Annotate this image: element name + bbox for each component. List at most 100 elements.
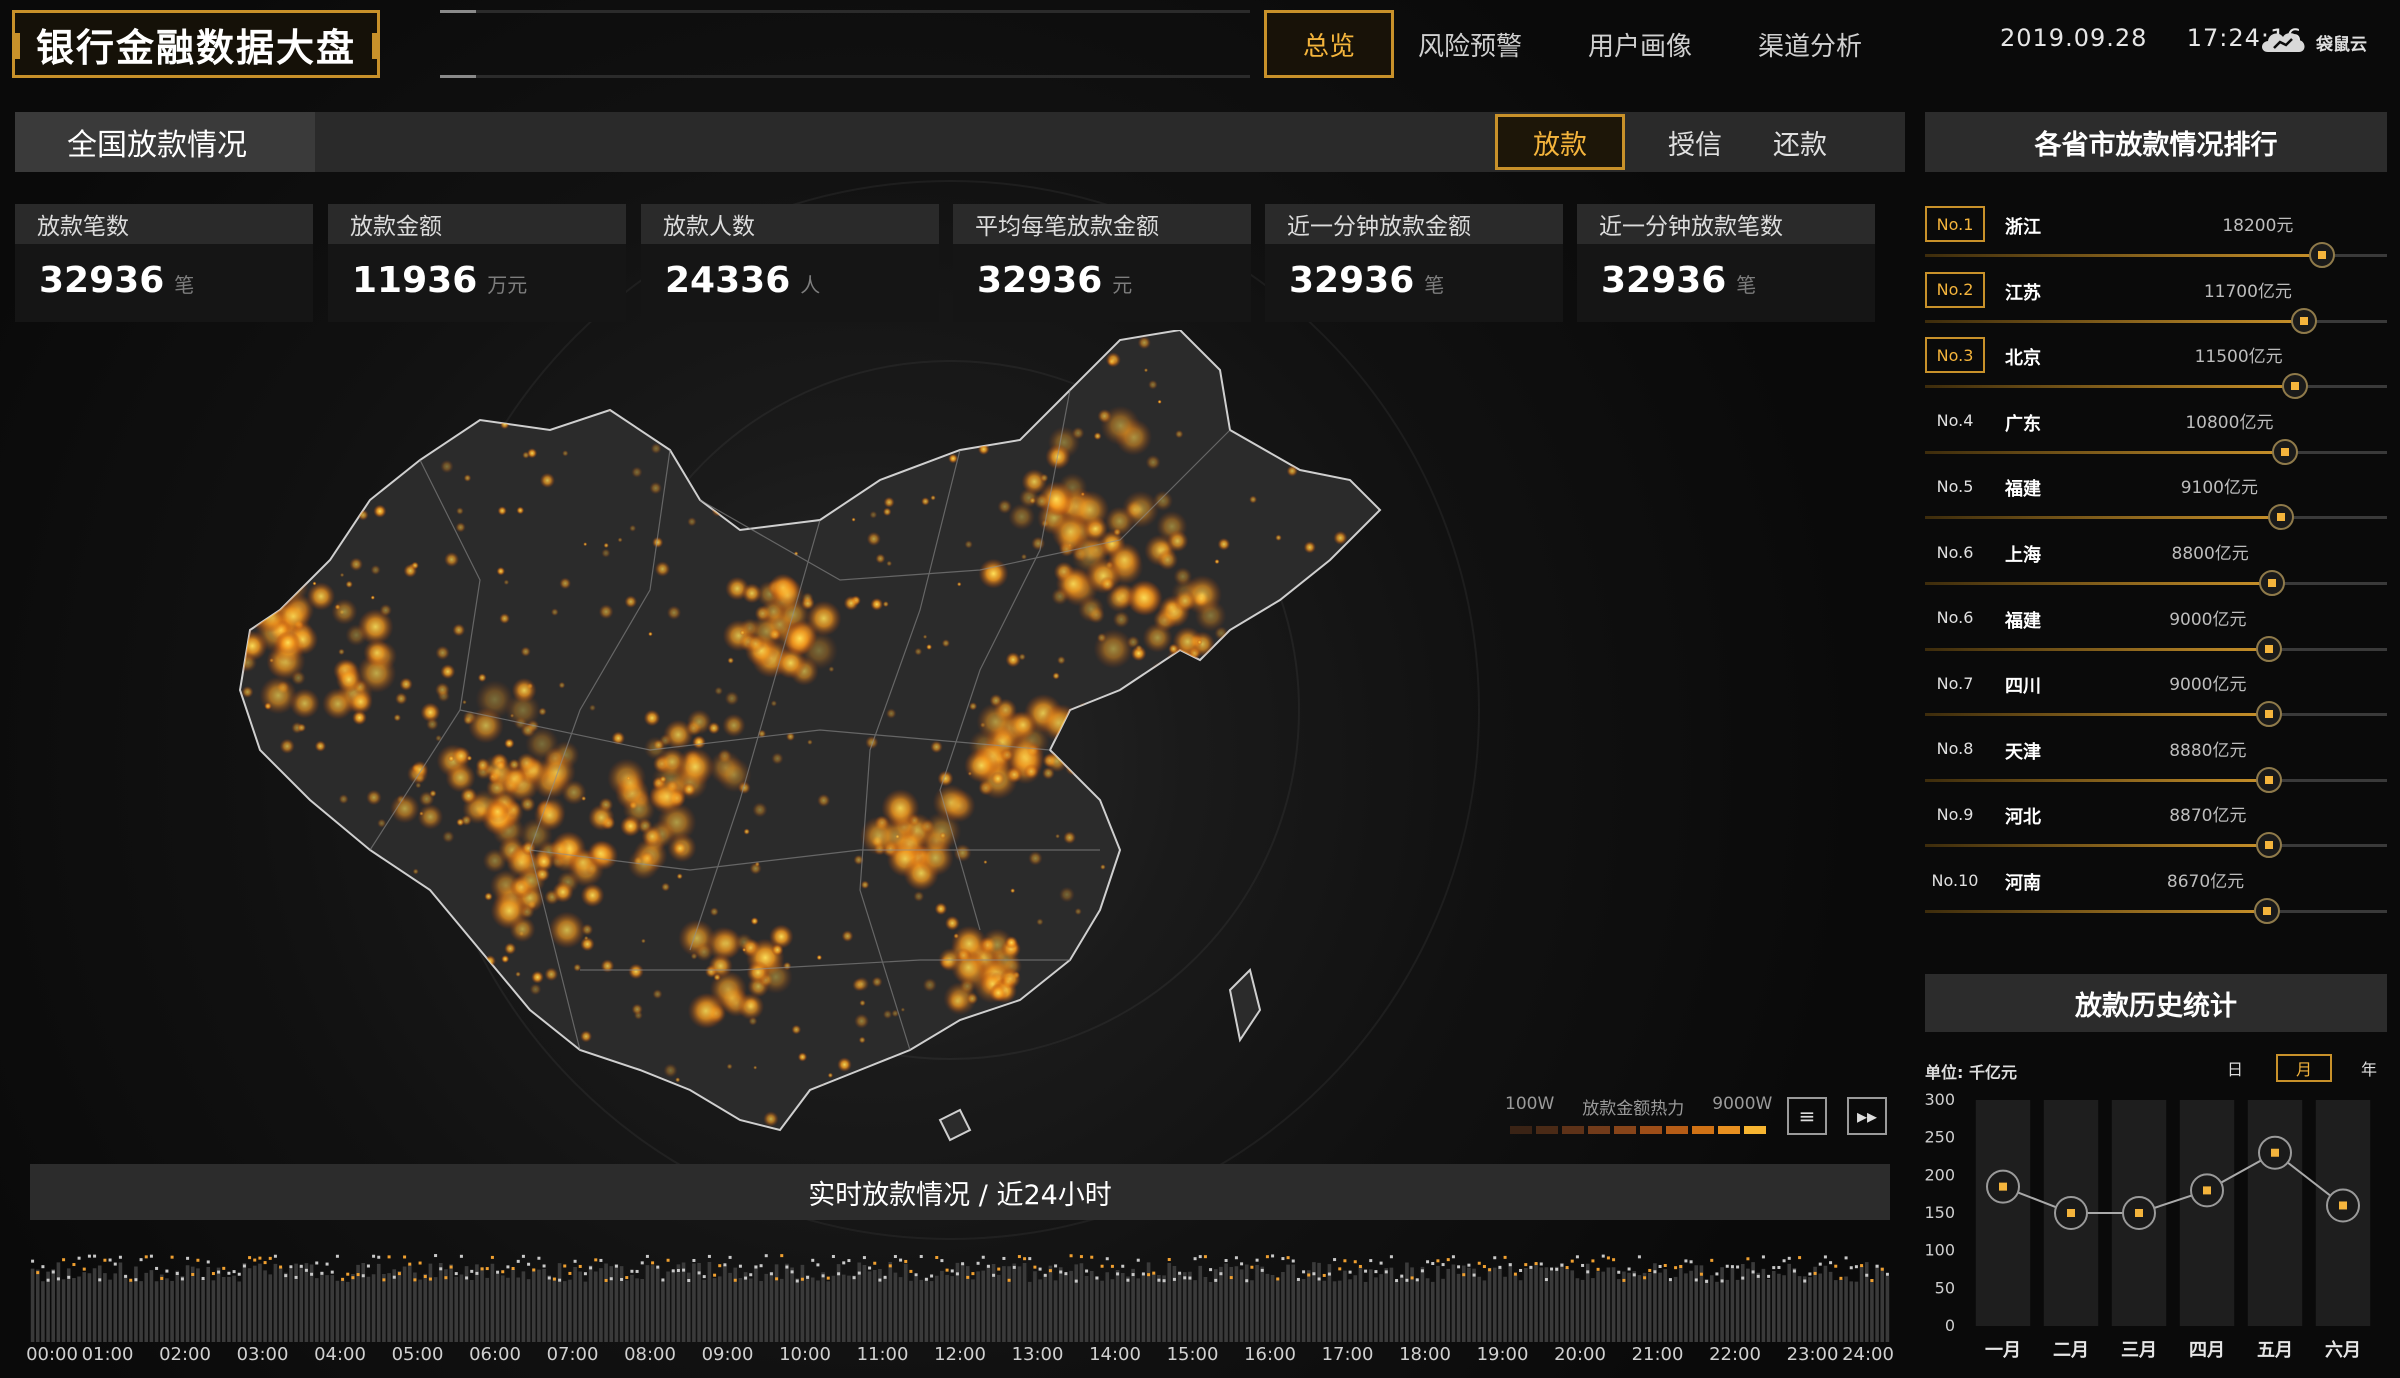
realtime-point: [1017, 1255, 1021, 1259]
realtime-point: [1777, 1265, 1781, 1269]
realtime-point: [87, 1254, 91, 1258]
list-icon[interactable]: ≡: [1787, 1097, 1827, 1135]
realtime-point: [1436, 1259, 1440, 1263]
rank-number: No.3: [1925, 337, 1985, 374]
realtime-point: [1472, 1273, 1476, 1277]
hainan-shape: [938, 1108, 972, 1142]
period-month-button[interactable]: 月: [2276, 1054, 2332, 1082]
heat-spot: [1258, 680, 1273, 694]
china-loan-heatmap[interactable]: [220, 330, 1560, 1170]
realtime-point: [160, 1276, 164, 1280]
heat-spot: [631, 466, 643, 478]
heat-spot: [1059, 886, 1075, 903]
heat-spot: [881, 788, 920, 828]
heat-spot: [220, 640, 239, 659]
period-year-button[interactable]: 年: [2354, 1054, 2384, 1082]
realtime-point: [1178, 1271, 1182, 1275]
heat-spot: [338, 794, 349, 805]
period-day-button[interactable]: 日: [2218, 1054, 2252, 1082]
nav-channel-analysis[interactable]: 渠道分析: [1740, 10, 1880, 78]
heat-spot: [558, 681, 566, 689]
heat-spot: [1036, 985, 1052, 1002]
heat-spot: [1027, 398, 1044, 415]
legend-label: 放款金额热力: [1582, 1099, 1685, 1119]
fast-forward-icon[interactable]: ▸▸: [1847, 1097, 1887, 1135]
tab-repayment[interactable]: 还款: [1750, 114, 1850, 170]
realtime-point: [1637, 1255, 1641, 1259]
heat-spot: [1322, 428, 1329, 435]
time-tick-label: 10:00: [779, 1344, 831, 1365]
heat-spot: [886, 560, 893, 567]
heat-spot: [1170, 1020, 1178, 1028]
heat-spot: [1004, 737, 1044, 777]
realtime-point: [222, 1266, 226, 1270]
realtime-point: [103, 1258, 107, 1262]
rank-number: No.10: [1931, 870, 1979, 890]
heat-spot: [395, 692, 408, 705]
realtime-point: [754, 1265, 758, 1269]
heat-spot: [1194, 755, 1216, 777]
realtime-point: [155, 1266, 159, 1270]
heat-spot: [1315, 820, 1323, 828]
heat-spot: [807, 739, 813, 745]
heat-spot: [1239, 671, 1245, 677]
heat-spot: [349, 557, 363, 572]
realtime-point: [1079, 1255, 1083, 1259]
heat-spot: [860, 880, 870, 890]
realtime-point: [118, 1255, 122, 1259]
heat-spot: [242, 612, 254, 624]
realtime-point: [847, 1259, 851, 1263]
heat-spot: [617, 537, 623, 543]
rank-number: No.9: [1936, 804, 1974, 824]
history-point-marker: [2271, 1148, 2279, 1157]
heat-spot: [538, 707, 547, 716]
heat-spot: [661, 882, 671, 892]
nav-user-profile[interactable]: 用户画像: [1570, 10, 1710, 78]
heat-spot: [253, 378, 259, 383]
history-column-bg: [1975, 1100, 2031, 1326]
heat-spot: [393, 713, 402, 722]
heat-spot: [1051, 512, 1090, 551]
heat-spot: [412, 868, 419, 875]
heat-spot: [1166, 530, 1189, 552]
heat-spot: [1028, 851, 1043, 866]
heat-spot: [545, 1085, 559, 1098]
heat-spot: [269, 599, 277, 606]
realtime-point: [868, 1266, 872, 1270]
realtime-point: [1069, 1254, 1073, 1258]
heat-spot: [649, 481, 662, 495]
stat-label: 近一分钟放款笔数: [1577, 204, 1875, 244]
heat-spot: [913, 890, 925, 902]
rank-amount: 8870亿元: [2169, 806, 2247, 827]
heat-spot: [1307, 459, 1314, 466]
nav-overview[interactable]: 总览: [1264, 10, 1394, 78]
realtime-point: [878, 1278, 882, 1282]
tab-loan[interactable]: 放款: [1495, 114, 1625, 170]
heat-spot: [482, 753, 513, 785]
nav-risk-alert[interactable]: 风险预警: [1400, 10, 1540, 78]
realtime-point: [1596, 1267, 1600, 1271]
heat-spot: [735, 933, 754, 952]
heat-spot: [631, 1003, 643, 1015]
heat-spot: [771, 752, 784, 765]
heat-spot: [686, 709, 712, 735]
heat-spot: [307, 1119, 319, 1130]
heat-spot: [1026, 1059, 1032, 1065]
tab-credit[interactable]: 授信: [1645, 114, 1745, 170]
realtime-point: [1477, 1261, 1481, 1265]
realtime-point: [785, 1265, 789, 1269]
heat-spot: [873, 1114, 880, 1121]
rank-number: No.1: [1925, 206, 1985, 242]
realtime-point: [635, 1269, 639, 1273]
heat-spot: [480, 1004, 490, 1014]
ranking-row: No.1 浙江 18200元: [1925, 206, 2387, 268]
heat-spot: [302, 905, 308, 911]
heat-spot: [256, 572, 268, 584]
rank-slider-knob: [2256, 635, 2283, 662]
rank-amount: 11500亿元: [2194, 347, 2283, 368]
heat-spot: [374, 457, 390, 473]
realtime-point: [1730, 1265, 1734, 1269]
realtime-point: [1736, 1265, 1740, 1269]
heat-spot: [384, 950, 391, 958]
realtime-point: [718, 1264, 722, 1268]
